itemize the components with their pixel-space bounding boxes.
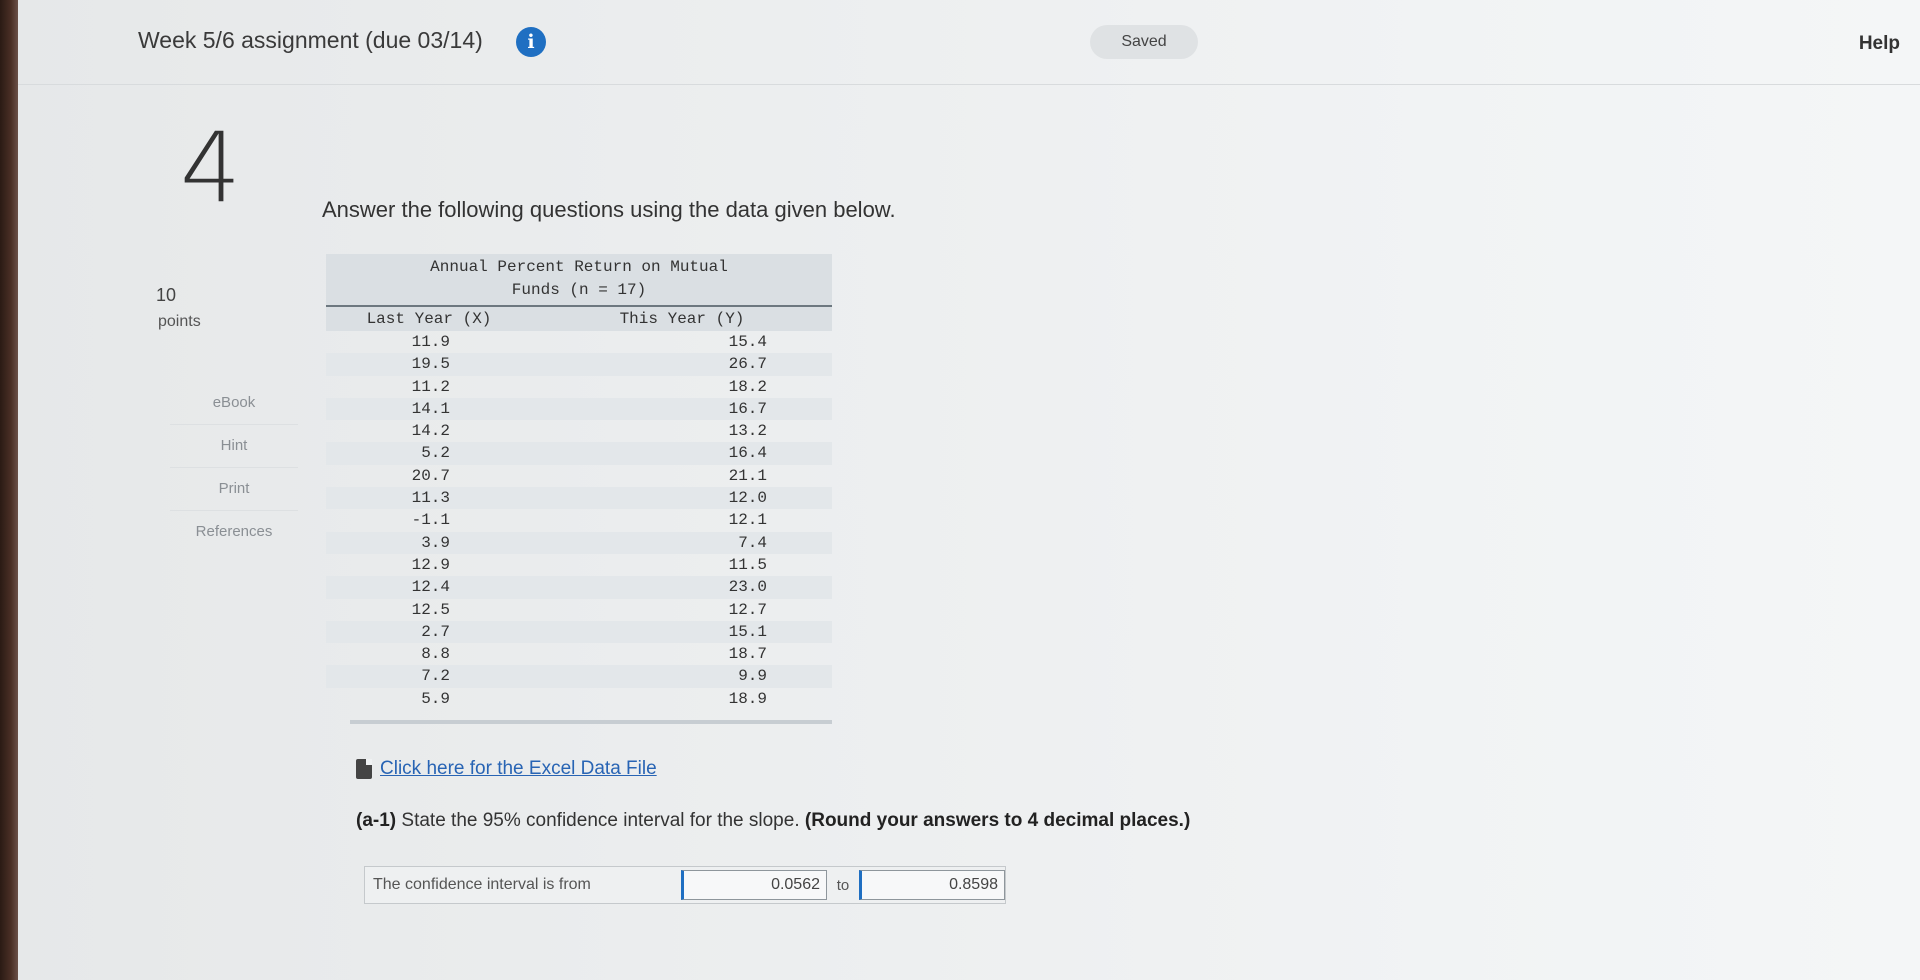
excel-data-file-link[interactable]: Click here for the Excel Data File (356, 758, 657, 780)
table-row: 7.2 9.9 (326, 665, 832, 688)
cell-this-year: 18.2 (728, 377, 767, 396)
cell-this-year: 12.1 (728, 511, 767, 530)
question-tools: eBook Hint Print References (170, 382, 298, 553)
cell-this-year: 15.1 (728, 622, 767, 641)
confidence-interval-answer: The confidence interval is from 0.0562 t… (364, 866, 1006, 904)
cell-this-year: 13.2 (728, 422, 767, 441)
cell-last-year: 2.7 (421, 622, 450, 641)
table-row: 5.2 16.4 (326, 442, 832, 465)
table-bottom-rule (350, 720, 832, 725)
sub-question: (a-1) State the 95% confidence interval … (356, 810, 1190, 832)
cell-last-year: -1.1 (411, 511, 450, 530)
table-row: 19.5 26.7 (326, 353, 832, 376)
cell-last-year: 11.9 (411, 333, 450, 351)
table-row: 12.4 23.0 (326, 576, 832, 599)
excel-link-text[interactable]: Click here for the Excel Data File (380, 758, 657, 780)
table-row: 3.9 7.4 (326, 531, 832, 554)
cell-last-year: 14.2 (411, 422, 450, 441)
mutual-fund-data-table: Annual Percent Return on Mutual Funds (n… (326, 254, 832, 725)
cell-this-year: 16.7 (728, 399, 767, 418)
table-row: 14.2 13.2 (326, 420, 832, 442)
table-row: 11.9 15.4 (326, 331, 832, 353)
hint-button[interactable]: Hint (170, 425, 298, 468)
table-row: 2.7 15.1 (326, 620, 832, 644)
table-row: 20.7 21.1 (326, 465, 832, 487)
cell-this-year: 23.0 (728, 578, 767, 597)
cell-this-year: 12.7 (728, 600, 767, 619)
assignment-title: Week 5/6 assignment (due 03/14) (138, 27, 483, 53)
cell-this-year: 12.0 (728, 489, 767, 508)
cell-this-year: 11.5 (728, 555, 767, 574)
help-link[interactable]: Help (1859, 33, 1900, 55)
table-row: 12.9 11.5 (326, 554, 832, 576)
question-prompt: Answer the following questions using the… (322, 197, 896, 222)
saved-status-badge: Saved (1090, 25, 1198, 59)
cell-last-year: 11.2 (411, 377, 450, 396)
sub-question-text: State the 95% confidence interval for th… (401, 810, 800, 831)
cell-last-year: 12.5 (411, 600, 450, 619)
table-row: 14.1 16.7 (326, 397, 832, 421)
points-value: 10 (156, 285, 177, 305)
screen-bezel (0, 0, 18, 980)
points-label: points (158, 313, 201, 330)
ebook-button[interactable]: eBook (170, 382, 298, 425)
column-header-x: Last Year (X) (366, 310, 492, 328)
cell-last-year: 12.9 (411, 555, 450, 574)
cell-this-year: 26.7 (728, 355, 767, 374)
cell-last-year: 19.5 (411, 355, 450, 374)
table-caption: Annual Percent Return on Mutual Funds (n… (326, 254, 832, 307)
cell-last-year: 14.1 (411, 399, 450, 418)
table-row: 5.9 18.9 (326, 688, 832, 710)
cell-last-year: 20.7 (411, 466, 450, 485)
assignment-header: Week 5/6 assignment (due 03/14) i Saved … (18, 0, 1920, 85)
lower-bound-input[interactable]: 0.0562 (681, 870, 827, 900)
table-caption-line2: Funds (n = 17) (511, 281, 647, 299)
cell-this-year: 16.4 (728, 444, 767, 463)
table-caption-line1: Annual Percent Return on Mutual (430, 258, 728, 276)
cell-last-year: 12.4 (411, 578, 450, 597)
table-row: -1.1 12.1 (326, 509, 832, 531)
cell-last-year: 7.2 (421, 667, 450, 686)
table-row: 11.3 12.0 (326, 487, 832, 510)
answer-label: The confidence interval is from (373, 876, 591, 893)
table-row: 8.8 18.7 (326, 643, 832, 665)
cell-last-year: 8.8 (421, 645, 450, 664)
table-header-row: Last Year (X) This Year (Y) (326, 307, 832, 331)
info-icon[interactable]: i (516, 27, 546, 57)
print-button[interactable]: Print (170, 468, 298, 511)
answer-separator: to (836, 876, 850, 894)
question-number: 4 (180, 112, 242, 224)
column-header-y: This Year (Y) (619, 310, 745, 328)
cell-this-year: 7.4 (738, 533, 767, 552)
cell-this-year: 9.9 (738, 667, 767, 686)
cell-this-year: 18.9 (728, 689, 767, 708)
cell-this-year: 15.4 (728, 333, 767, 351)
cell-last-year: 5.2 (421, 444, 450, 463)
cell-last-year: 5.9 (421, 689, 450, 708)
file-icon (356, 759, 372, 779)
cell-last-year: 3.9 (421, 533, 450, 552)
table-row: 11.2 18.2 (326, 376, 832, 398)
upper-bound-input[interactable]: 0.8598 (859, 870, 1005, 900)
table-body: 11.9 15.4 19.5 26.7 11.2 18.2 14.1 16.7 14.2… (326, 331, 832, 710)
table-row: 12.5 12.7 (326, 599, 832, 621)
cell-this-year: 18.7 (728, 645, 767, 664)
rounding-instruction: (Round your answers to 4 decimal places.… (804, 810, 1191, 831)
references-button[interactable]: References (170, 511, 298, 553)
sub-question-label: (a-1) (356, 810, 397, 831)
cell-last-year: 11.3 (411, 489, 450, 508)
cell-this-year: 21.1 (728, 466, 767, 485)
